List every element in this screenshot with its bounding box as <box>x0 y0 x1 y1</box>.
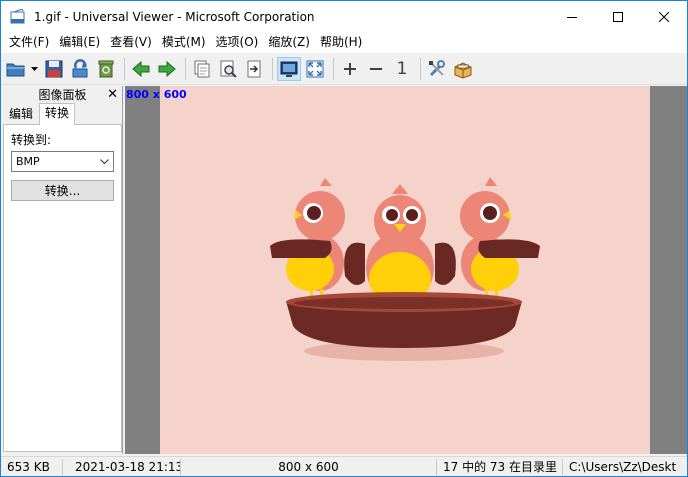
menu-file[interactable]: 文件(F) <box>4 32 54 53</box>
menu-mode[interactable]: 模式(M) <box>157 32 211 53</box>
menu-edit[interactable]: 编辑(E) <box>54 32 105 53</box>
right-bird <box>460 177 540 303</box>
zoom-original-button[interactable]: 1 <box>390 57 414 81</box>
birds-in-nest-illustration <box>270 177 540 361</box>
app-icon[interactable] <box>10 7 26 25</box>
image-panel: 图像面板 ✕ 编辑 转换 转换到: BMP 转换... <box>3 86 123 454</box>
left-bird <box>270 178 345 303</box>
app-window: 1.gif - Universal Viewer - Microsoft Cor… <box>0 0 688 477</box>
minimize-icon <box>567 16 577 18</box>
menu-options[interactable]: 选项(O) <box>211 32 264 53</box>
zoom-reset-label: 1 <box>396 58 408 79</box>
tab-edit[interactable]: 编辑 <box>3 104 39 124</box>
panel-tabs: 编辑 转换 <box>3 103 122 125</box>
arrow-right-icon <box>158 60 176 77</box>
fullscreen-button[interactable] <box>303 57 327 81</box>
tools-icon <box>429 59 445 76</box>
open-button[interactable] <box>4 57 28 81</box>
middle-bird <box>344 184 456 306</box>
save-button[interactable] <box>42 57 66 81</box>
format-select-value: BMP <box>16 155 40 168</box>
close-icon <box>659 11 669 22</box>
panel-header: 图像面板 ✕ <box>3 86 122 103</box>
convert-tab-body: 转换到: BMP 转换... <box>3 125 122 452</box>
image-viewport[interactable]: 800 x 600 <box>125 86 687 454</box>
format-select[interactable]: BMP <box>11 151 114 172</box>
monitor-icon <box>280 61 298 77</box>
magnifier-page-icon <box>220 60 237 78</box>
maximize-button[interactable] <box>595 1 641 32</box>
save-icon <box>45 60 63 77</box>
copy-pages-icon <box>194 60 210 77</box>
image-size-label: 800 x 600 <box>126 88 187 101</box>
menu-help[interactable]: 帮助(H) <box>315 32 367 53</box>
reload-button[interactable] <box>68 57 92 81</box>
open-folder-icon <box>6 63 25 76</box>
plus-icon <box>344 62 356 75</box>
open-in-button[interactable] <box>242 57 266 81</box>
package-icon <box>454 61 472 79</box>
toolbar: 1 <box>1 53 687 85</box>
zoom-out-button[interactable] <box>364 57 388 81</box>
menu-bar: 文件(F) 编辑(E) 查看(V) 模式(M) 选项(O) 缩放(Z) 帮助(H… <box>1 32 687 53</box>
zoom-in-button[interactable] <box>338 57 362 81</box>
minimize-button[interactable] <box>549 1 595 32</box>
page-arrow-icon <box>247 60 261 77</box>
previous-file-button[interactable] <box>129 57 153 81</box>
menu-zoom[interactable]: 缩放(Z) <box>263 32 315 53</box>
tab-convert[interactable]: 转换 <box>39 103 76 125</box>
chevron-down-icon <box>30 66 38 71</box>
recycle-bin-icon <box>98 60 114 77</box>
status-dimensions: 800 x 600 <box>181 458 437 475</box>
open-dropdown-button[interactable] <box>30 57 38 81</box>
menu-view[interactable]: 查看(V) <box>105 32 157 53</box>
print-preview-button[interactable] <box>216 57 240 81</box>
window-title: 1.gif - Universal Viewer - Microsoft Cor… <box>34 9 315 24</box>
arrow-left-icon <box>132 60 150 77</box>
next-file-button[interactable] <box>155 57 179 81</box>
title-bar[interactable]: 1.gif - Universal Viewer - Microsoft Cor… <box>1 1 687 32</box>
panel-close-button[interactable]: ✕ <box>107 86 118 103</box>
image-canvas <box>160 86 650 454</box>
recycle-button[interactable] <box>94 57 118 81</box>
panel-title: 图像面板 <box>38 88 87 102</box>
close-button[interactable] <box>641 1 687 32</box>
status-position: 17 中的 73 在目录里 <box>437 458 563 475</box>
convert-to-label: 转换到: <box>11 133 52 147</box>
copy-button[interactable] <box>190 57 214 81</box>
expand-arrows-icon <box>306 60 324 77</box>
status-date: 2021-03-18 21:13 <box>63 458 181 475</box>
plugins-button[interactable] <box>451 57 475 81</box>
status-file-size: 653 KB <box>1 458 63 475</box>
fit-window-button[interactable] <box>277 56 301 81</box>
convert-button[interactable]: 转换... <box>11 180 114 201</box>
chevron-down-icon <box>100 158 109 164</box>
maximize-icon <box>613 11 623 22</box>
nest <box>286 292 522 348</box>
status-bar: 653 KB 2021-03-18 21:13 800 x 600 17 中的 … <box>1 456 687 476</box>
minus-icon <box>370 67 382 70</box>
reload-icon <box>72 58 88 77</box>
options-button[interactable] <box>425 57 449 81</box>
status-path: C:\Users\Zz\Deskt <box>569 459 677 474</box>
